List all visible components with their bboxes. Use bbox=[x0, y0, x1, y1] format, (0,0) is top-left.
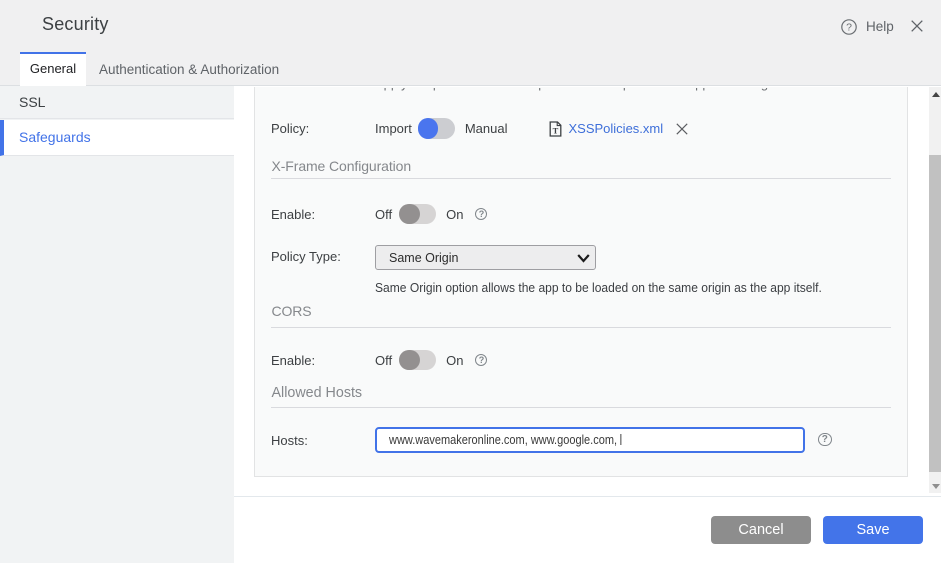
svg-text:?: ? bbox=[846, 21, 852, 33]
svg-text:T: T bbox=[553, 125, 559, 135]
